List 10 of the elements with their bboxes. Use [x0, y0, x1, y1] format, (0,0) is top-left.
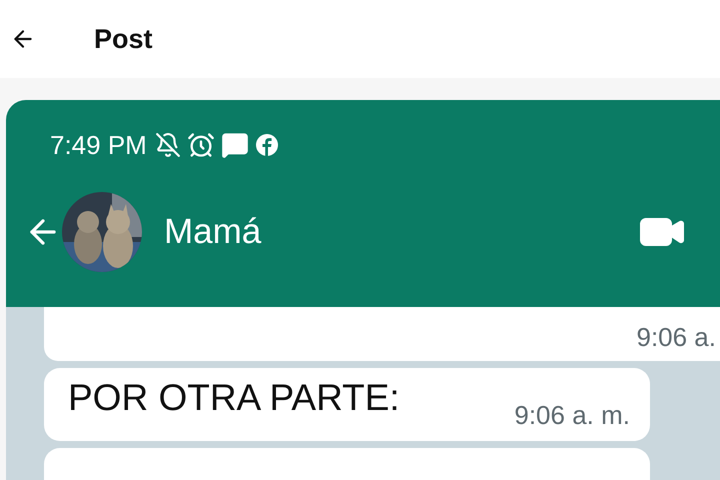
- message-text: POR OTRA PARTE:: [68, 376, 400, 419]
- alarm-icon: [186, 131, 215, 159]
- message-icon: [220, 131, 249, 159]
- status-time: 7:49 PM: [50, 130, 147, 160]
- social-app-icon: [254, 133, 279, 157]
- message-time: 9:06 a. m.: [514, 400, 630, 431]
- contact-name: Mamá: [164, 212, 262, 252]
- muted-bell-icon: [154, 132, 181, 158]
- message-time: 9:06 a.: [636, 322, 717, 354]
- page-title: Post: [94, 24, 153, 54]
